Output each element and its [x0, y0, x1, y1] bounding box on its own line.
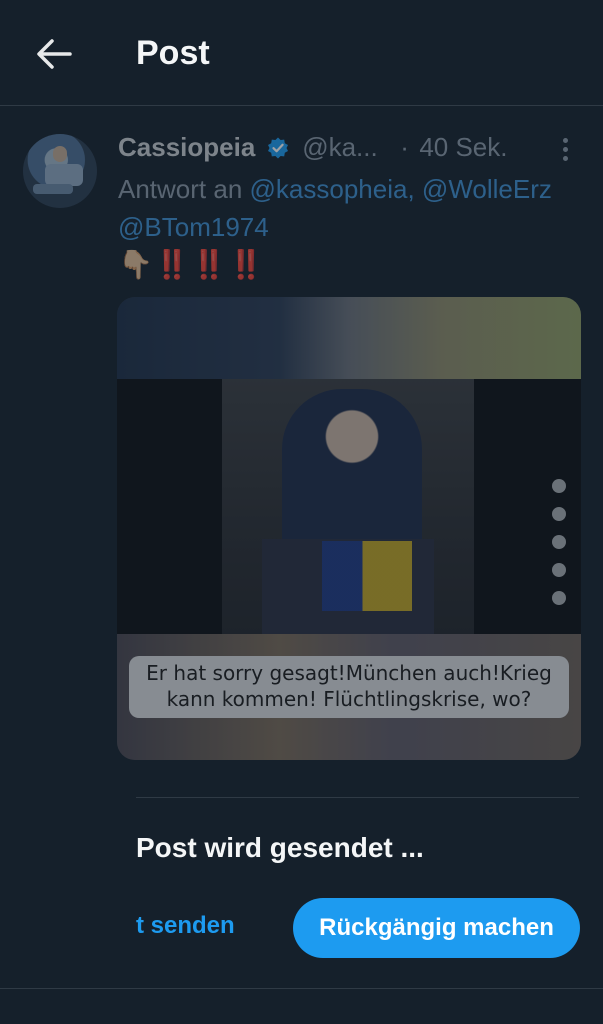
tweet-header: Cassiopeia @ka... · 40 Sek. — [118, 132, 588, 164]
exclamation-emoji: ‼️‼️‼️ — [154, 249, 266, 280]
back-button[interactable] — [34, 36, 74, 72]
timestamp[interactable]: 40 Sek. — [419, 132, 507, 162]
mention-link[interactable]: @WolleErz — [422, 174, 552, 204]
avatar[interactable] — [23, 134, 97, 208]
top-bar: Post — [0, 0, 603, 106]
divider — [0, 988, 603, 989]
more-dots-icon — [562, 138, 568, 143]
mention-link[interactable]: @kassopheia, — [250, 174, 415, 204]
mention-link[interactable]: @BTom1974 — [118, 212, 269, 242]
tweet-text: 👇🏼‼️‼️‼️ — [118, 248, 265, 281]
author-handle[interactable]: @ka... — [302, 132, 378, 162]
media-bottom-frame: Er hat sorry gesagt!München auch!Krieg k… — [117, 634, 581, 760]
divider — [136, 797, 579, 798]
media-caption: Er hat sorry gesagt!München auch!Krieg k… — [129, 656, 569, 718]
media-attachment[interactable]: Er hat sorry gesagt!München auch!Krieg k… — [117, 297, 581, 760]
arrow-left-icon — [37, 39, 72, 69]
verified-badge-icon — [267, 137, 288, 158]
inset-video — [262, 539, 434, 634]
author-name[interactable]: Cassiopeia — [118, 132, 255, 162]
more-options-button[interactable] — [556, 134, 574, 164]
video-still — [222, 379, 566, 634]
flag-graphic — [322, 541, 412, 611]
caption-line: Er hat sorry gesagt!München auch!Krieg — [146, 661, 552, 685]
media-video-frame — [117, 379, 581, 634]
reply-context: Antwort an @kassopheia, @WolleErz @BTom1… — [118, 170, 598, 246]
send-now-link[interactable]: t senden — [136, 912, 235, 940]
avatar-figure-icon — [33, 146, 83, 194]
tweet: Cassiopeia @ka... · 40 Sek. Antwort an @… — [0, 106, 603, 802]
media-top-frame — [117, 297, 581, 379]
video-side-icons — [552, 469, 570, 629]
page-title: Post — [136, 34, 210, 72]
undo-button[interactable]: Rückgängig machen — [293, 898, 580, 958]
reply-prefix: Antwort an — [118, 174, 243, 204]
caption-line: kann kommen! Flüchtlingskrise, wo? — [166, 687, 532, 711]
pointing-down-emoji: 👇🏼 — [118, 249, 155, 280]
separator-dot: · — [400, 132, 409, 162]
sending-status: Post wird gesendet ... — [136, 832, 424, 863]
